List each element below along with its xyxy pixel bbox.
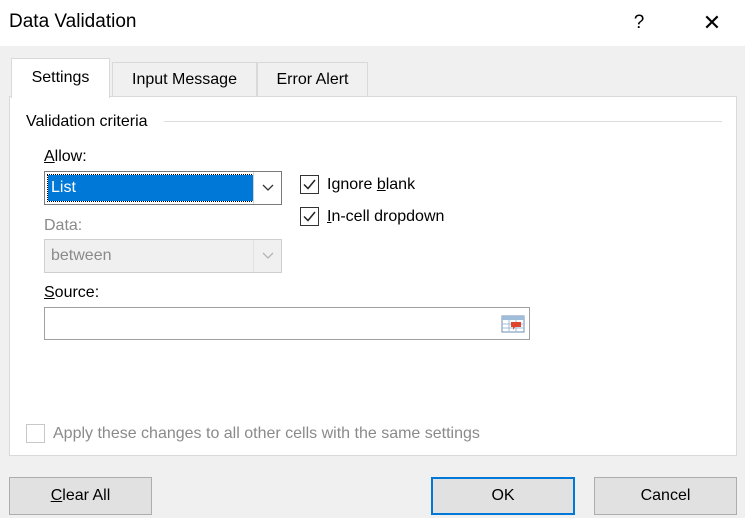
tab-input-message[interactable]: Input Message: [112, 62, 257, 96]
title-bar: Data Validation ? ✕: [0, 0, 745, 46]
apply-all-label: Apply these changes to all other cells w…: [53, 425, 480, 442]
range-selector-button[interactable]: [499, 311, 527, 336]
validation-criteria-label: Validation criteria: [26, 112, 154, 132]
ok-button[interactable]: OK: [431, 477, 575, 515]
in-cell-dropdown-checkbox[interactable]: [300, 207, 319, 226]
clear-all-button[interactable]: Clear All: [9, 477, 152, 515]
tab-error-alert-label: Error Alert: [276, 71, 349, 88]
data-select-value: between: [51, 247, 112, 264]
ignore-blank-label: Ignore blank: [327, 176, 416, 193]
chevron-down-icon[interactable]: [253, 172, 281, 204]
checkmark-icon: [303, 211, 316, 222]
allow-label: Allow:: [44, 148, 87, 165]
help-button[interactable]: ?: [622, 8, 656, 38]
chevron-down-icon: [253, 240, 281, 272]
dialog-title: Data Validation: [9, 11, 137, 32]
data-select: between: [44, 239, 282, 273]
range-selector-icon: [501, 315, 525, 332]
allow-select[interactable]: List: [44, 171, 282, 205]
close-button[interactable]: ✕: [694, 8, 730, 38]
in-cell-dropdown-label: In-cell dropdown: [327, 208, 445, 225]
tab-error-alert[interactable]: Error Alert: [257, 62, 368, 96]
close-icon: ✕: [702, 10, 722, 35]
group-divider: [164, 121, 722, 122]
tab-settings[interactable]: Settings: [11, 58, 110, 98]
apply-all-checkbox[interactable]: [26, 424, 45, 443]
data-label: Data:: [44, 217, 83, 234]
cancel-button[interactable]: Cancel: [594, 477, 737, 515]
allow-select-value: List: [47, 174, 254, 202]
checkmark-icon: [303, 179, 316, 190]
tab-input-message-label: Input Message: [132, 71, 237, 88]
source-label: Source:: [44, 284, 100, 301]
tab-settings-label: Settings: [31, 69, 90, 86]
source-input[interactable]: [44, 307, 530, 340]
settings-panel: [9, 96, 737, 456]
ignore-blank-checkbox[interactable]: [300, 175, 319, 194]
